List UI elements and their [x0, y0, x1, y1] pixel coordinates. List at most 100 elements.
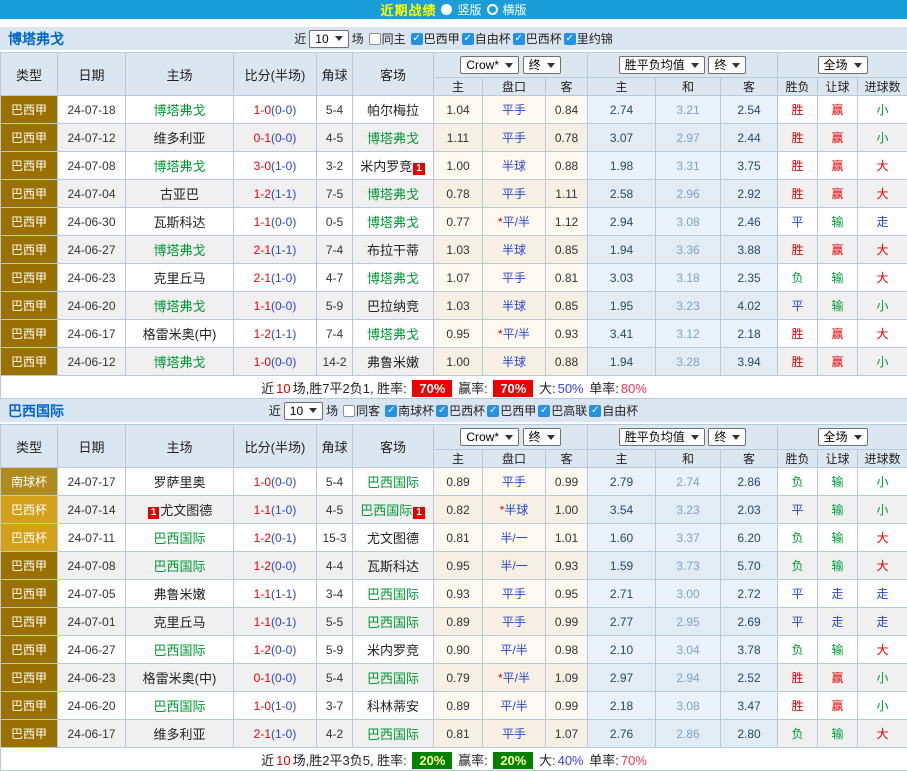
handicap-result-cell: 赢	[818, 692, 858, 720]
league-filter-checkbox[interactable]: 巴西甲	[411, 30, 460, 47]
match-date: 24-06-30	[58, 208, 126, 236]
league-filter-checkbox[interactable]: 巴高联	[538, 402, 587, 419]
away-team-name: 博塔弗戈	[367, 215, 419, 230]
avg-home-cell: 1.94	[588, 348, 656, 376]
horizontal-layout-radio[interactable]	[487, 4, 498, 15]
league-filter-checkbox[interactable]: 自由杯	[589, 402, 638, 419]
league-filter-checkbox[interactable]: 南球杯	[385, 402, 434, 419]
col-score: 比分(半场)	[234, 425, 317, 468]
away-team-name: 巴西国际	[360, 503, 412, 518]
avg-home-cell: 2.18	[588, 692, 656, 720]
avg-away-cell: 3.94	[721, 348, 778, 376]
chevron-down-icon	[309, 408, 317, 413]
fulltime-score: 1-2	[254, 327, 271, 341]
match-date: 24-07-11	[58, 524, 126, 552]
recent-count-select[interactable]: 10	[309, 30, 348, 48]
team-title: 博塔弗戈	[8, 29, 64, 49]
sub-col-avg-away: 客	[721, 78, 778, 96]
home-team-name: 博塔弗戈	[153, 355, 205, 370]
fulltime-select[interactable]: 全场	[818, 428, 868, 446]
result-cell: 胜	[778, 692, 818, 720]
match-row: 巴西甲 24-07-05 弗鲁米嫩 1-1(1-1) 3-4 巴西国际 0.93…	[1, 580, 907, 608]
avg-final-select[interactable]: 终	[708, 428, 746, 446]
near-label: 近	[269, 402, 281, 419]
goals-result-cell: 大	[858, 636, 907, 664]
league-filter-checkbox[interactable]: 巴西杯	[513, 30, 562, 47]
away-team-name: 弗鲁米嫩	[367, 355, 419, 370]
handicap-win-rate-badge: 70%	[493, 380, 533, 397]
halftime-score: (0-1)	[271, 615, 296, 629]
away-team-name: 博塔弗戈	[367, 187, 419, 202]
home-team-name: 巴西国际	[153, 559, 205, 574]
away-team-name: 巴西国际	[367, 671, 419, 686]
page-title: 近期战绩	[380, 0, 436, 19]
col-type: 类型	[1, 53, 58, 96]
league-filter-label: 里约锦	[577, 30, 613, 47]
goals-result-cell: 走	[858, 608, 907, 636]
checkbox-icon	[589, 405, 601, 417]
checkbox-icon	[385, 405, 397, 417]
match-date: 24-07-08	[58, 552, 126, 580]
avg-draw-cell: 3.18	[656, 264, 721, 292]
vertical-layout-radio[interactable]	[441, 4, 452, 15]
win-rate-badge: 20%	[412, 752, 452, 769]
away-team-cell: 巴西国际1	[353, 496, 434, 524]
avg-away-cell: 2.35	[721, 264, 778, 292]
away-team-name: 博塔弗戈	[367, 271, 419, 286]
league-type-badge: 巴西甲	[1, 348, 58, 376]
odds-source-select[interactable]: Crow*	[460, 56, 519, 74]
league-type-badge: 南球杯	[1, 468, 58, 496]
chevron-down-icon	[547, 63, 555, 68]
away-team-cell: 巴西国际	[353, 468, 434, 496]
odds-source-select[interactable]: Crow*	[460, 428, 519, 446]
handicap-result-cell: 赢	[818, 664, 858, 692]
filters-bar: 近 10 场 同客 南球杯 巴西杯 巴西甲 巴高联 自由杯	[269, 402, 638, 420]
league-filter-checkbox[interactable]: 巴西杯	[436, 402, 485, 419]
same-home-checkbox[interactable]: 同主	[369, 30, 406, 47]
avg-final-select[interactable]: 终	[708, 56, 746, 74]
score-cell: 2-1(1-1)	[234, 236, 317, 264]
odds-away-cell: 0.93	[546, 552, 588, 580]
league-filter-checkbox[interactable]: 自由杯	[462, 30, 511, 47]
halftime-score: (1-1)	[271, 587, 296, 601]
sub-col-avg-home: 主	[588, 78, 656, 96]
corner-cell: 4-7	[317, 264, 353, 292]
same-away-checkbox[interactable]: 同客	[343, 402, 380, 419]
handicap-cell: *平/半	[483, 664, 546, 692]
avg-odds-select[interactable]: 胜平负均值	[619, 428, 705, 446]
goals-result-cell: 大	[858, 552, 907, 580]
match-row: 巴西甲 24-06-20 博塔弗戈 1-1(0-0) 5-9 巴拉纳竞 1.03…	[1, 292, 907, 320]
away-team-cell: 博塔弗戈	[353, 208, 434, 236]
corner-cell: 5-4	[317, 96, 353, 124]
odds-final-select[interactable]: 终	[523, 428, 561, 446]
handicap-result-cell: 走	[818, 608, 858, 636]
match-date: 24-06-20	[58, 692, 126, 720]
home-team-cell: 博塔弗戈	[126, 236, 234, 264]
halftime-score: (1-0)	[271, 727, 296, 741]
score-cell: 1-2(0-0)	[234, 552, 317, 580]
goals-result-cell: 小	[858, 348, 907, 376]
league-filter-checkbox[interactable]: 里约锦	[564, 30, 613, 47]
corner-cell: 4-5	[317, 124, 353, 152]
fulltime-select[interactable]: 全场	[818, 56, 868, 74]
odds-away-cell: 0.98	[546, 636, 588, 664]
result-cell: 胜	[778, 180, 818, 208]
odds-final-select[interactable]: 终	[523, 56, 561, 74]
result-cell: 胜	[778, 320, 818, 348]
goals-result-cell: 走	[858, 208, 907, 236]
avg-draw-cell: 3.36	[656, 236, 721, 264]
corner-cell: 14-2	[317, 348, 353, 376]
table-header: 类型 日期 主场 比分(半场) 角球 客场 Crow* 终 胜平负均值 终 全场…	[1, 425, 907, 468]
away-team-name: 博塔弗戈	[367, 131, 419, 146]
handicap-cell: 平手	[483, 96, 546, 124]
league-filter-checkbox[interactable]: 巴西甲	[487, 402, 536, 419]
score-cell: 1-0(0-0)	[234, 96, 317, 124]
handicap-cell: 半球	[483, 152, 546, 180]
avg-away-cell: 4.02	[721, 292, 778, 320]
handicap-cell: 半球	[483, 292, 546, 320]
recent-count-select[interactable]: 10	[284, 402, 323, 420]
avg-draw-cell: 2.95	[656, 608, 721, 636]
odds-away-cell: 0.84	[546, 96, 588, 124]
avg-odds-select[interactable]: 胜平负均值	[619, 56, 705, 74]
corner-cell: 3-4	[317, 580, 353, 608]
